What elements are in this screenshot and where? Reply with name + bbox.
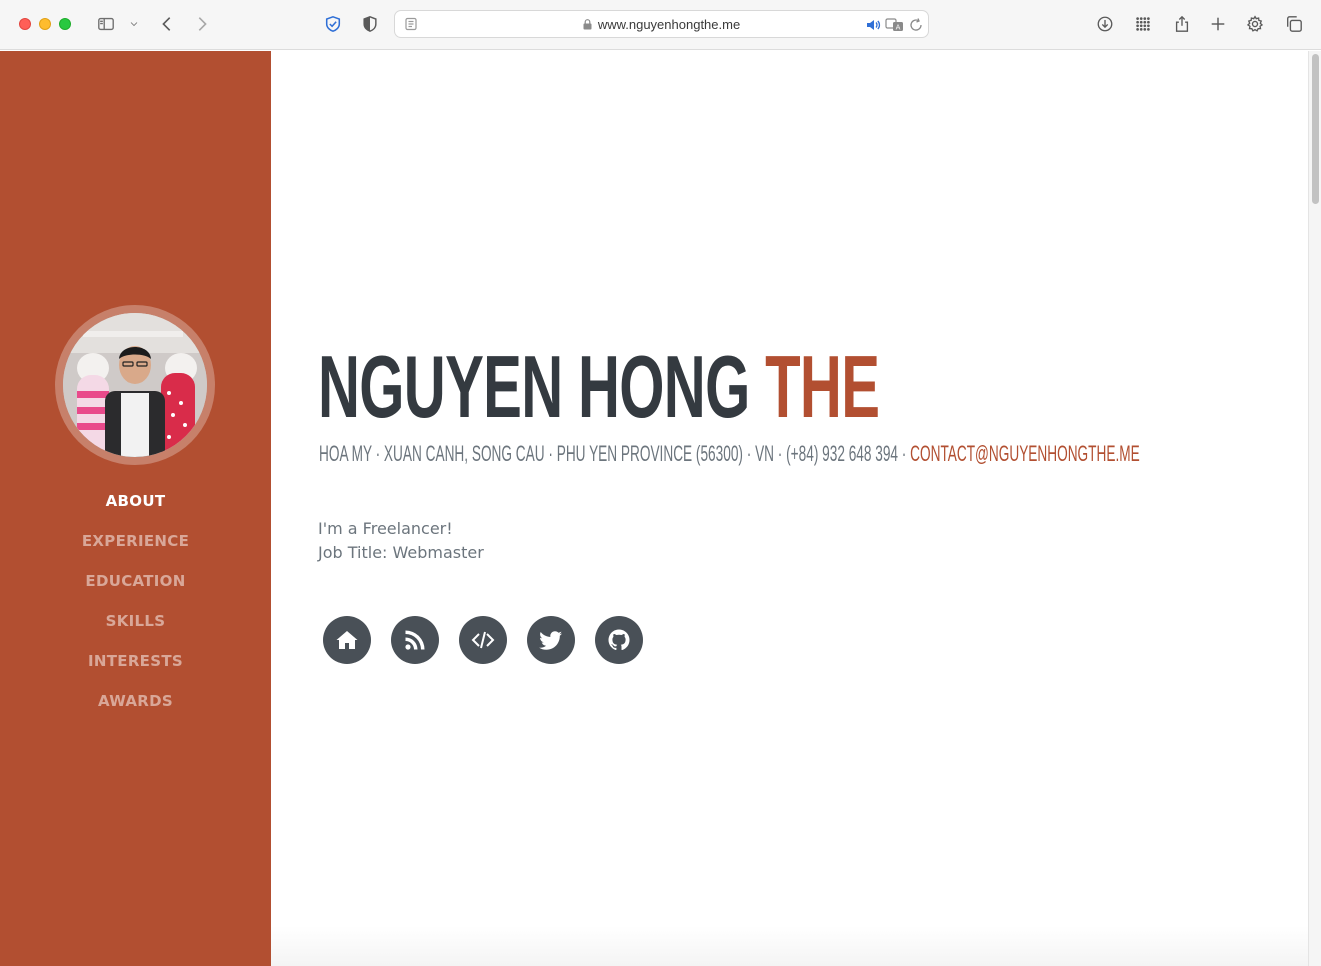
scrollbar[interactable]: [1308, 51, 1321, 966]
lock-icon: [583, 19, 592, 30]
last-name: THE: [765, 337, 880, 436]
close-window-button[interactable]: [19, 18, 31, 30]
share-icon[interactable]: [1170, 12, 1194, 36]
page-title: NGUYEN HONG THE: [318, 343, 880, 431]
nav-about[interactable]: ABOUT: [0, 481, 271, 521]
twitter-icon[interactable]: [527, 616, 575, 664]
avatar-frame: [55, 305, 215, 465]
main-content: NGUYEN HONG THE HOA MY · XUAN CANH, SONG…: [271, 51, 1308, 966]
address-bar[interactable]: www.nguyenhongthe.me A: [394, 10, 929, 38]
browser-toolbar: www.nguyenhongthe.me A: [0, 0, 1321, 50]
intro-text: I'm a Freelancer! Job Title: Webmaster: [318, 517, 484, 565]
avatar: [63, 313, 207, 457]
back-icon[interactable]: [155, 12, 179, 36]
social-links: [323, 616, 643, 664]
reload-icon[interactable]: [908, 17, 924, 33]
chevron-down-icon[interactable]: [124, 12, 144, 36]
plus-icon[interactable]: [1206, 12, 1230, 36]
forward-icon[interactable]: [190, 12, 214, 36]
contact-subheading: HOA MY · XUAN CANH, SONG CAU · PHU YEN P…: [319, 441, 1140, 467]
privacy-shield-icon[interactable]: [321, 12, 345, 36]
zoom-window-button[interactable]: [59, 18, 71, 30]
rss-icon[interactable]: [391, 616, 439, 664]
nav-education[interactable]: EDUCATION: [0, 561, 271, 601]
sidebar-nav: ABOUT EXPERIENCE EDUCATION SKILLS INTERE…: [0, 481, 271, 721]
intro-line-1: I'm a Freelancer!: [318, 519, 453, 538]
grid-icon[interactable]: [1131, 12, 1155, 36]
nav-experience[interactable]: EXPERIENCE: [0, 521, 271, 561]
sidebar: ABOUT EXPERIENCE EDUCATION SKILLS INTERE…: [0, 51, 271, 966]
url-display: www.nguyenhongthe.me: [395, 17, 928, 32]
svg-text:A: A: [896, 24, 901, 32]
home-icon[interactable]: [323, 616, 371, 664]
nav-awards[interactable]: AWARDS: [0, 681, 271, 721]
tabs-overview-icon[interactable]: [1282, 12, 1306, 36]
bottom-fade: [271, 926, 1308, 966]
gear-icon[interactable]: [1243, 12, 1267, 36]
minimize-window-button[interactable]: [39, 18, 51, 30]
email-link[interactable]: CONTACT@NGUYENHONGTHE.ME: [910, 441, 1140, 466]
first-name: NGUYEN HONG: [318, 337, 750, 436]
nav-skills[interactable]: SKILLS: [0, 601, 271, 641]
sidebar-toggle-icon[interactable]: [94, 12, 118, 36]
download-icon[interactable]: [1093, 12, 1117, 36]
address-text: HOA MY · XUAN CANH, SONG CAU · PHU YEN P…: [319, 441, 907, 466]
github-icon[interactable]: [595, 616, 643, 664]
speaker-icon[interactable]: [865, 17, 881, 33]
translate-icon[interactable]: A: [885, 17, 905, 33]
intro-line-2: Job Title: Webmaster: [318, 543, 484, 562]
half-circle-shield-icon[interactable]: [358, 12, 382, 36]
nav-interests[interactable]: INTERESTS: [0, 641, 271, 681]
code-icon[interactable]: [459, 616, 507, 664]
scrollbar-thumb[interactable]: [1312, 54, 1319, 204]
